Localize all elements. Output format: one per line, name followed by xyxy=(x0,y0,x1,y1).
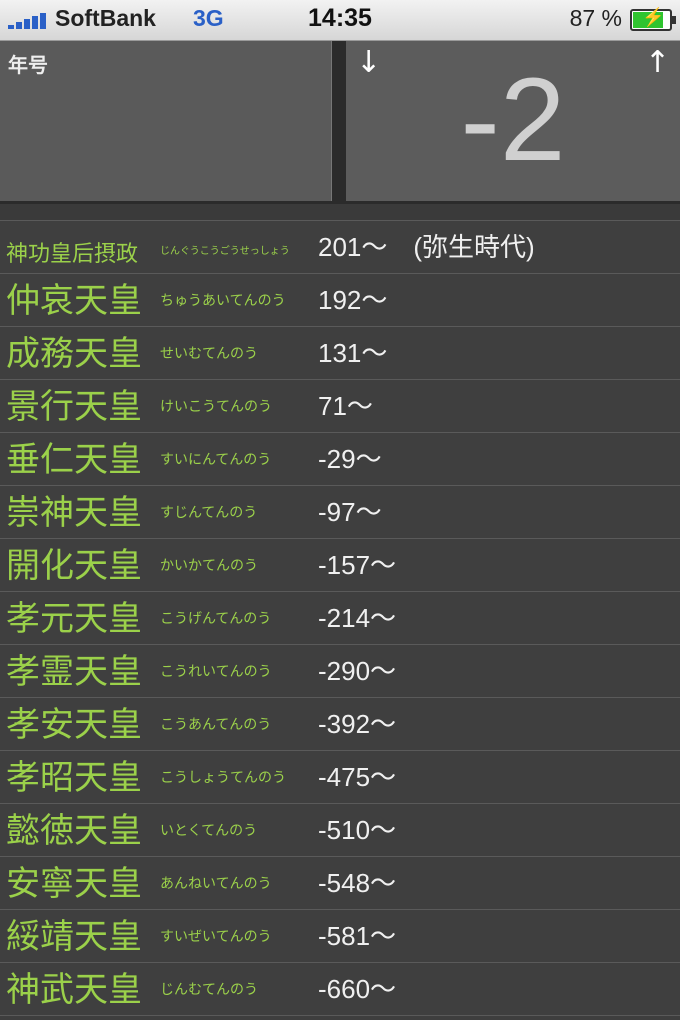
status-bar: SoftBank 3G 14:35 87 % ⚡ xyxy=(0,0,680,41)
emperor-reading: すいにんてんのう xyxy=(160,452,272,468)
start-year: 71〜 xyxy=(318,391,373,421)
emperor-name: 孝元天皇 xyxy=(6,599,142,639)
start-year: -510〜 xyxy=(318,815,397,845)
emperor-name: 神武天皇 xyxy=(6,970,142,1010)
list-item[interactable]: 開化天皇 かいかてんのう -157〜 xyxy=(0,539,680,592)
emperor-reading: すいぜいてんのう xyxy=(160,929,272,945)
list-item[interactable]: 孝安天皇 こうあんてんのう -392〜 xyxy=(0,698,680,751)
start-year: -581〜 xyxy=(318,921,397,951)
emperor-name: 成務天皇 xyxy=(6,334,142,374)
list-item[interactable]: 安寧天皇 あんねいてんのう -548〜 xyxy=(0,857,680,910)
start-year: -548〜 xyxy=(318,868,397,898)
start-year: -157〜 xyxy=(318,550,397,580)
year-offset-panel: ↓ ↑ -2 xyxy=(346,41,680,201)
list-item[interactable]: 崇神天皇 すじんてんのう -97〜 xyxy=(0,486,680,539)
list-item[interactable]: 孝元天皇 こうげんてんのう -214〜 xyxy=(0,592,680,645)
era-label: 年号 xyxy=(8,53,48,77)
emperor-reading: こうれいてんのう xyxy=(160,664,272,680)
list-item[interactable]: 成務天皇 せいむてんのう 131〜 xyxy=(0,327,680,380)
emperor-name: 懿徳天皇 xyxy=(6,811,142,851)
battery-charging-icon: ⚡ xyxy=(630,7,676,31)
emperor-list[interactable]: 神功皇后摂政 じんぐうこうごうせっしょう 201〜 (弥生時代) 仲哀天皇 ちゅ… xyxy=(0,221,680,1016)
emperor-reading: じんむてんのう xyxy=(160,982,258,998)
list-item[interactable]: 孝霊天皇 こうれいてんのう -290〜 xyxy=(0,645,680,698)
emperor-name: 孝霊天皇 xyxy=(6,652,142,692)
start-year: -392〜 xyxy=(318,709,397,739)
emperor-reading: こうげんてんのう xyxy=(160,611,272,627)
emperor-reading: こうしょうてんのう xyxy=(160,770,286,786)
emperor-reading: ちゅうあいてんのう xyxy=(160,293,286,309)
emperor-name: 孝昭天皇 xyxy=(6,758,142,798)
start-year: 192〜 xyxy=(318,285,388,315)
list-item[interactable]: 垂仁天皇 すいにんてんのう -29〜 xyxy=(0,433,680,486)
start-year: 131〜 xyxy=(318,338,388,368)
list-item[interactable]: 神武天皇 じんむてんのう -660〜 xyxy=(0,963,680,1016)
start-year: -29〜 xyxy=(318,444,382,474)
header: 年号 ↓ ↑ -2 xyxy=(0,41,680,204)
emperor-reading: けいこうてんのう xyxy=(160,399,272,415)
start-year: -660〜 xyxy=(318,974,397,1004)
start-year: 201〜 (弥生時代) xyxy=(318,232,535,262)
offset-value: -2 xyxy=(460,54,566,186)
list-item[interactable]: 仲哀天皇 ちゅうあいてんのう 192〜 xyxy=(0,274,680,327)
list-item[interactable]: 景行天皇 けいこうてんのう 71〜 xyxy=(0,380,680,433)
list-item[interactable]: 綏靖天皇 すいぜいてんのう -581〜 xyxy=(0,910,680,963)
list-item[interactable]: 懿徳天皇 いとくてんのう -510〜 xyxy=(0,804,680,857)
emperor-name: 景行天皇 xyxy=(6,387,142,427)
emperor-name: 垂仁天皇 xyxy=(6,440,142,480)
list-item[interactable]: 孝昭天皇 こうしょうてんのう -475〜 xyxy=(0,751,680,804)
emperor-name: 安寧天皇 xyxy=(6,864,142,904)
emperor-name: 綏靖天皇 xyxy=(6,917,142,957)
emperor-reading: こうあんてんのう xyxy=(160,717,272,733)
list-divider xyxy=(0,204,680,221)
emperor-name: 神功皇后摂政 xyxy=(6,242,139,267)
emperor-reading: すじんてんのう xyxy=(160,505,258,521)
emperor-reading: いとくてんのう xyxy=(160,823,258,839)
era-panel[interactable]: 年号 xyxy=(0,41,332,201)
emperor-reading: かいかてんのう xyxy=(160,558,258,574)
emperor-name: 崇神天皇 xyxy=(6,493,142,533)
emperor-reading: じんぐうこうごうせっしょう xyxy=(160,246,290,257)
emperor-name: 開化天皇 xyxy=(6,546,142,586)
start-year: -475〜 xyxy=(318,762,397,792)
start-year: -97〜 xyxy=(318,497,382,527)
start-year: -290〜 xyxy=(318,656,397,686)
list-item[interactable]: 神功皇后摂政 じんぐうこうごうせっしょう 201〜 (弥生時代) xyxy=(0,221,680,274)
emperor-name: 仲哀天皇 xyxy=(6,281,142,321)
battery-percent: 87 % xyxy=(569,5,622,31)
start-year: -214〜 xyxy=(318,603,397,633)
emperor-reading: せいむてんのう xyxy=(160,346,258,362)
emperor-reading: あんねいてんのう xyxy=(160,876,272,892)
emperor-name: 孝安天皇 xyxy=(6,705,142,745)
